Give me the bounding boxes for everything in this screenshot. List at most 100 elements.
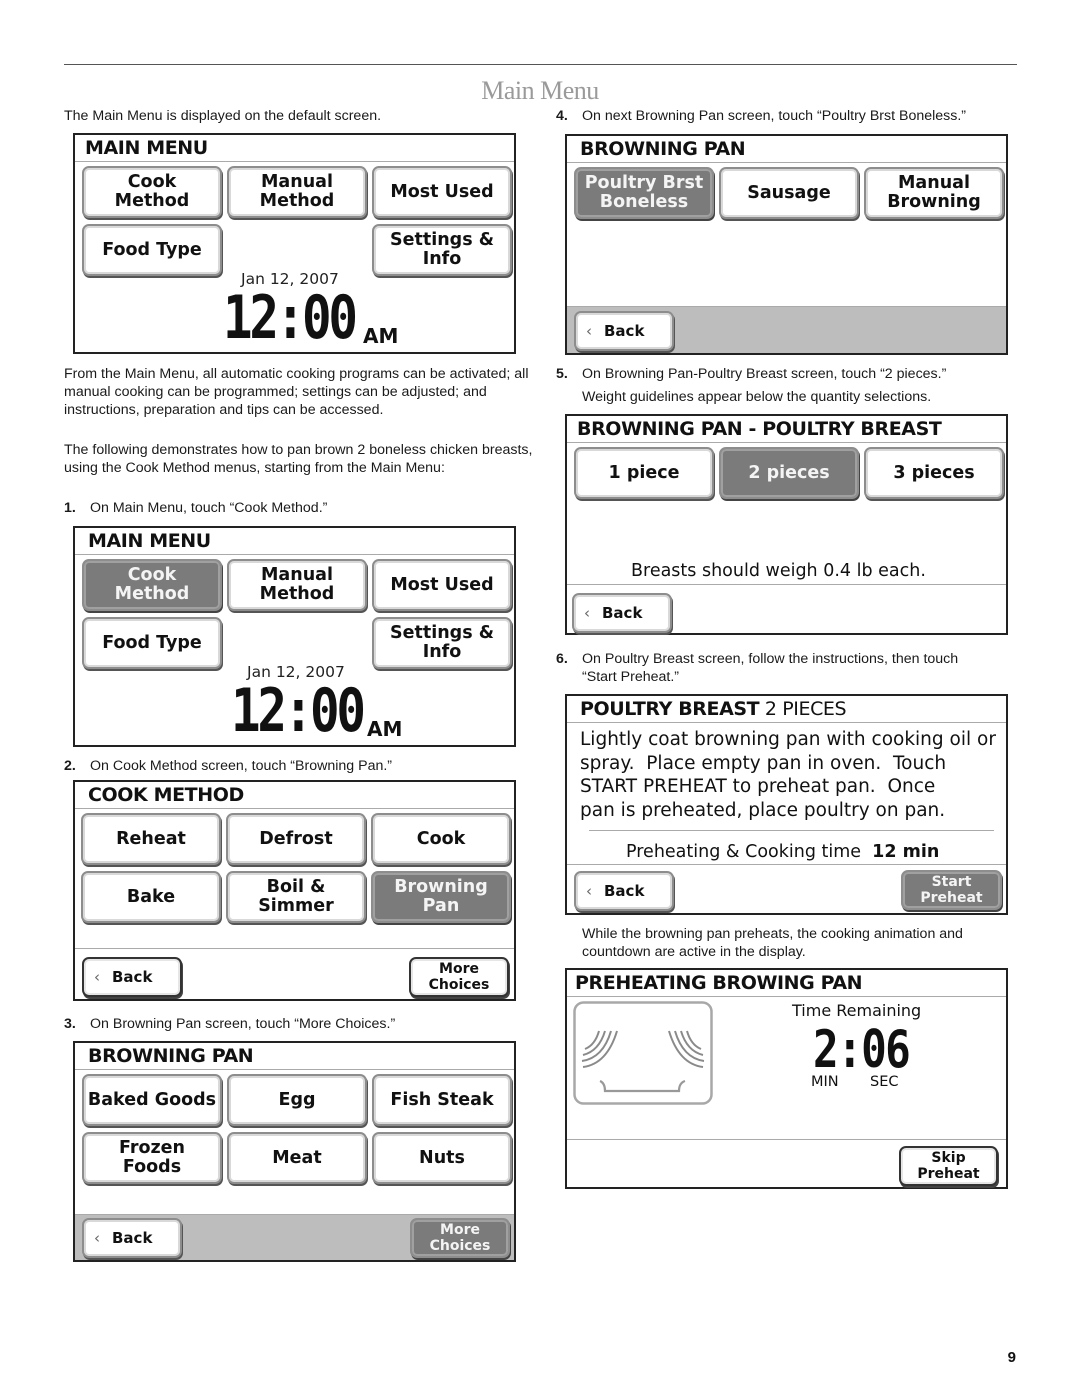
back-button[interactable]: ‹ Back bbox=[574, 311, 674, 351]
clock-display: 12:00 bbox=[223, 283, 358, 353]
time-remaining-label: Time Remaining bbox=[792, 1001, 922, 1020]
page-number: 9 bbox=[1007, 1349, 1016, 1366]
settings-info-button[interactable]: Settings & Info bbox=[372, 617, 512, 669]
nuts-button[interactable]: Nuts bbox=[372, 1132, 512, 1184]
countdown-display: 2:06 bbox=[813, 1020, 911, 1080]
back-button[interactable]: ‹ Back bbox=[572, 593, 672, 633]
screen-poultry-breast-instructions: POULTRY BREAST 2 PIECES Lightly coat bro… bbox=[565, 694, 1008, 915]
step-number: 6. bbox=[556, 651, 568, 667]
step-text: On Poultry Breast screen, follow the ins… bbox=[582, 651, 959, 667]
back-button[interactable]: ‹ Back bbox=[82, 957, 182, 997]
meat-button[interactable]: Meat bbox=[227, 1132, 367, 1184]
chevron-left-icon: ‹ bbox=[586, 321, 592, 340]
cooking-time-value: 12 min bbox=[872, 842, 940, 862]
fish-steak-button[interactable]: Fish Steak bbox=[372, 1074, 512, 1126]
manual-method-button[interactable]: Manual Method bbox=[227, 166, 367, 218]
screen-main-menu-default: MAIN MENU Cook Method Manual Method Most… bbox=[73, 133, 516, 354]
min-label: MIN bbox=[811, 1074, 839, 1090]
instruction-text: Lightly coat browning pan with cooking o… bbox=[580, 728, 996, 822]
chevron-left-icon: ‹ bbox=[94, 1228, 100, 1247]
demo-description: The following demonstrates how to pan br… bbox=[64, 442, 533, 476]
instruction-line: Lightly coat browning pan with cooking o… bbox=[580, 729, 996, 750]
one-piece-button[interactable]: 1 piece bbox=[574, 447, 714, 499]
poultry-brst-boneless-button-selected[interactable]: Poultry Brst Boneless bbox=[574, 167, 714, 219]
sausage-button[interactable]: Sausage bbox=[719, 167, 859, 219]
manual-method-button[interactable]: Manual Method bbox=[227, 559, 367, 611]
food-type-button[interactable]: Food Type bbox=[82, 224, 222, 276]
header-bold: POULTRY BREAST bbox=[580, 698, 760, 720]
step-5: 5. On Browning Pan-Poultry Breast screen,… bbox=[556, 365, 946, 406]
step-number: 1. bbox=[64, 500, 76, 516]
screen-header: BROWNING PAN bbox=[567, 136, 1006, 163]
screen-header: COOK METHOD bbox=[75, 782, 514, 809]
step-text: On Cook Method screen, touch “Browning P… bbox=[90, 758, 393, 774]
preheat-note: While the browning pan preheats, the coo… bbox=[582, 926, 963, 960]
browning-pan-button-selected[interactable]: Browning Pan bbox=[371, 871, 511, 923]
step-number: 5. bbox=[556, 366, 568, 382]
cook-method-button-selected[interactable]: Cook Method bbox=[82, 559, 222, 611]
clock-display: 12:00 bbox=[231, 676, 366, 746]
three-pieces-button[interactable]: 3 pieces bbox=[864, 447, 1004, 499]
most-used-button[interactable]: Most Used bbox=[372, 559, 512, 611]
two-pieces-button-selected[interactable]: 2 pieces bbox=[719, 447, 859, 499]
baked-goods-button[interactable]: Baked Goods bbox=[82, 1074, 222, 1126]
chevron-left-icon: ‹ bbox=[584, 603, 590, 622]
step-4: 4. On next Browning Pan screen, touch “Po… bbox=[556, 107, 966, 125]
chevron-left-icon: ‹ bbox=[586, 881, 592, 900]
screen-preheating: PREHEATING BROWING PAN Time Remaining 2:… bbox=[565, 968, 1008, 1189]
header-light: 2 PIECES bbox=[759, 698, 847, 720]
start-preheat-button[interactable]: Start Preheat bbox=[901, 870, 1002, 910]
browning-pan-oven-icon bbox=[573, 1001, 713, 1105]
manual-browning-button[interactable]: Manual Browning bbox=[864, 167, 1004, 219]
step-number: 3. bbox=[64, 1016, 76, 1032]
screen-browning-pan-2: BROWNING PAN Poultry Brst Boneless Sausa… bbox=[565, 134, 1008, 355]
step-text: On next Browning Pan screen, touch “Poul… bbox=[582, 108, 967, 124]
step-text: On Main Menu, touch “Cook Method.” bbox=[90, 500, 328, 516]
chevron-left-icon: ‹ bbox=[94, 967, 100, 986]
most-used-button[interactable]: Most Used bbox=[372, 166, 512, 218]
step-continuation: Weight guidelines appear below the quant… bbox=[582, 389, 932, 405]
am-pm-indicator: AM bbox=[367, 717, 403, 741]
back-button[interactable]: ‹ Back bbox=[82, 1218, 182, 1258]
instruction-line: pan is preheated, place poultry on pan. bbox=[580, 799, 946, 821]
bake-button[interactable]: Bake bbox=[81, 871, 221, 923]
screen-browning-pan-1: BROWNING PAN Baked Goods Egg Fish Steak … bbox=[73, 1041, 516, 1262]
back-label: Back bbox=[112, 967, 153, 986]
main-menu-description: From the Main Menu, all automatic cookin… bbox=[64, 366, 529, 418]
step-6: 6. On Poultry Breast screen, follow the i… bbox=[556, 650, 958, 686]
more-choices-button[interactable]: More Choices bbox=[409, 957, 509, 997]
cooking-time-label: Preheating & Cooking time bbox=[626, 842, 862, 862]
back-label: Back bbox=[604, 321, 645, 340]
cook-method-button[interactable]: Cook Method bbox=[82, 166, 222, 218]
settings-info-button[interactable]: Settings & Info bbox=[372, 224, 512, 276]
am-pm-indicator: AM bbox=[363, 324, 399, 348]
screen-header: BROWNING PAN bbox=[75, 1043, 514, 1070]
step-text: On Browning Pan screen, touch “More Choi… bbox=[90, 1016, 396, 1032]
weight-guideline: Breasts should weigh 0.4 lb each. bbox=[631, 561, 926, 581]
skip-preheat-button[interactable]: Skip Preheat bbox=[899, 1146, 998, 1186]
screen-header: MAIN MENU bbox=[75, 135, 514, 162]
screen-main-menu-cook-selected: MAIN MENU Cook Method Manual Method Most… bbox=[73, 526, 516, 747]
boil-simmer-button[interactable]: Boil & Simmer bbox=[226, 871, 366, 923]
instruction-line: spray. Place empty pan in oven. Touch bbox=[580, 752, 947, 774]
defrost-button[interactable]: Defrost bbox=[226, 813, 366, 865]
back-label: Back bbox=[604, 881, 645, 900]
reheat-button[interactable]: Reheat bbox=[81, 813, 221, 865]
cooking-time: Preheating & Cooking time 12 min bbox=[626, 842, 939, 862]
more-choices-button-selected[interactable]: More Choices bbox=[410, 1218, 510, 1258]
back-button[interactable]: ‹ Back bbox=[574, 871, 674, 911]
step-number: 2. bbox=[64, 758, 76, 774]
cook-button[interactable]: Cook bbox=[371, 813, 511, 865]
food-type-button[interactable]: Food Type bbox=[82, 617, 222, 669]
egg-button[interactable]: Egg bbox=[227, 1074, 367, 1126]
top-rule bbox=[64, 64, 1017, 65]
screen-header: PREHEATING BROWING PAN bbox=[567, 970, 1006, 997]
step-number: 4. bbox=[556, 108, 568, 124]
intro-text: The Main Menu is displayed on the defaul… bbox=[64, 108, 382, 124]
instruction-line: START PREHEAT to preheat pan. Once bbox=[580, 776, 936, 797]
frozen-foods-button[interactable]: Frozen Foods bbox=[82, 1132, 222, 1184]
back-label: Back bbox=[602, 603, 643, 622]
divider bbox=[589, 830, 994, 831]
step-3: 3. On Browning Pan screen, touch “More Ch… bbox=[64, 1015, 395, 1033]
screen-poultry-breast-quantity: BROWNING PAN - POULTRY BREAST 1 piece 2 … bbox=[565, 414, 1008, 635]
